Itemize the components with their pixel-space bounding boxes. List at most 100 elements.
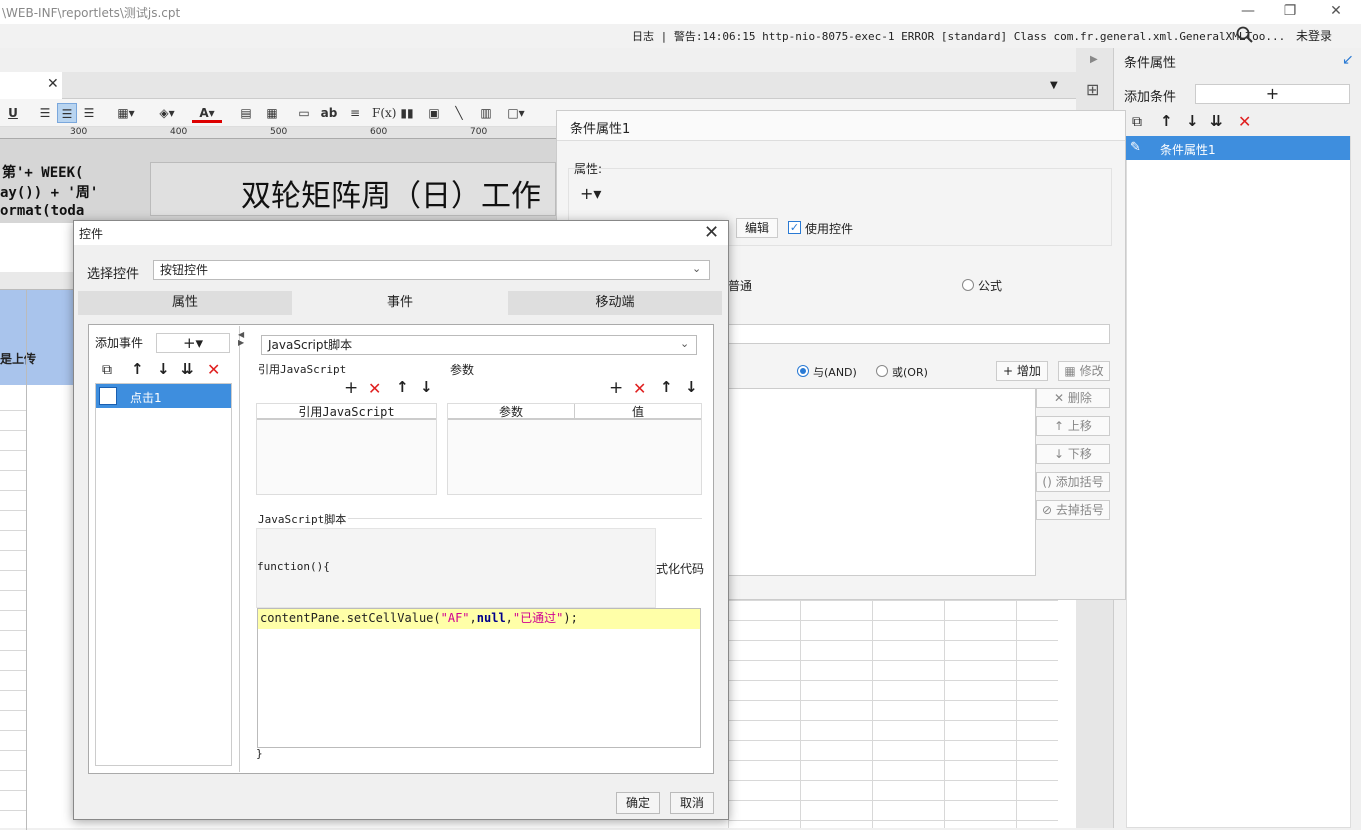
underline-button[interactable]: U (6, 103, 20, 123)
ref-down-icon[interactable]: ↓ (420, 378, 433, 396)
close-window-icon[interactable]: ✕ (1314, 0, 1358, 24)
image-icon[interactable]: ▣ (425, 103, 443, 123)
remove-paren-button[interactable]: ⊘ 去掉括号 (1036, 500, 1110, 520)
add-ref-icon[interactable]: + (344, 378, 358, 398)
move-bottom-icon[interactable]: ⇊ (1210, 112, 1223, 130)
radio-formula-label[interactable]: 公式 (978, 277, 1002, 294)
login-status[interactable]: 未登录 (1296, 27, 1332, 44)
formula-icon[interactable]: F(x) (372, 103, 396, 123)
cell-upload[interactable]: 是上传 (0, 350, 36, 367)
cancel-button[interactable]: 取消 (670, 792, 714, 814)
format-code-button[interactable]: 式化代码 (656, 560, 704, 577)
radio-or-label[interactable]: 或(OR) (892, 364, 928, 380)
paren-icon: () (1042, 475, 1056, 489)
tab-close-icon[interactable]: ✕ (47, 76, 59, 92)
radio-or[interactable] (876, 365, 888, 377)
delete-event-icon[interactable]: ✕ (207, 360, 220, 379)
add-paren-button[interactable]: () 添加括号 (1036, 472, 1110, 492)
delete-icon[interactable]: ✕ (1238, 112, 1251, 131)
delete-ref-icon[interactable]: ✕ (368, 379, 381, 398)
move-up-button[interactable]: ↑ 上移 (1036, 416, 1110, 436)
value-column-header: 值 (574, 404, 701, 420)
tab-attributes[interactable]: 属性 (78, 291, 292, 315)
code-line[interactable]: contentPane.setCellValue("AF",null,"已通过"… (258, 609, 700, 629)
up-arrow-icon: ↑ (1054, 419, 1068, 433)
chevron-down-icon[interactable]: ⌄ (692, 262, 701, 275)
divider (348, 518, 702, 519)
unmerge-icon[interactable]: ▦ (264, 103, 280, 123)
sheet-grid (728, 600, 1058, 828)
align-left-icon[interactable]: ☰ (36, 103, 54, 123)
more-icon[interactable]: □▾ (504, 103, 528, 123)
add-button[interactable]: + 增加 (996, 361, 1048, 381)
down-arrow-icon: ↓ (1054, 447, 1068, 461)
code-text: , (505, 611, 513, 625)
use-control-checkbox[interactable]: ✓ (788, 221, 801, 234)
radio-and-label[interactable]: 与(AND) (813, 364, 857, 380)
align-center-icon[interactable]: ☰ (57, 103, 77, 123)
tab-menu-icon[interactable]: ▼ (1050, 80, 1058, 91)
tab-events[interactable]: 事件 (293, 291, 507, 315)
delete-button-label: 删除 (1067, 391, 1092, 405)
radio-formula[interactable] (962, 279, 974, 291)
add-attr-button[interactable]: +▾ (580, 184, 610, 204)
param-down-icon[interactable]: ↓ (685, 378, 698, 396)
code-editor[interactable] (257, 608, 701, 748)
event-bottom-icon[interactable]: ⇊ (181, 360, 194, 378)
ref-up-icon[interactable]: ↑ (396, 378, 409, 396)
condition-editor[interactable] (728, 388, 1036, 576)
subreport-icon[interactable]: ▥ (478, 103, 494, 123)
move-down-icon[interactable]: ↓ (1186, 112, 1199, 130)
align-right-icon[interactable]: ☰ (80, 103, 98, 123)
delete-param-icon[interactable]: ✕ (633, 379, 646, 398)
slash-icon[interactable]: ╲ (450, 103, 468, 123)
add-event-button[interactable]: +▾ (156, 333, 230, 353)
delete-button[interactable]: ✕ 删除 (1036, 388, 1110, 408)
remove-paren-label: 去掉括号 (1055, 503, 1104, 517)
event-item-label: 点击1 (130, 391, 162, 405)
script-chevron-icon[interactable]: ⌄ (680, 337, 689, 350)
paragraph-icon[interactable]: ≡ (346, 103, 364, 123)
copy-event-icon[interactable]: ⧉ (102, 362, 112, 378)
minimize-icon[interactable]: — (1226, 0, 1270, 24)
radio-normal-label[interactable]: 普通 (728, 277, 752, 294)
border-icon[interactable]: ▦▾ (112, 103, 140, 123)
chart-icon[interactable]: ▮▮ (398, 103, 416, 123)
param-up-icon[interactable]: ↑ (660, 378, 673, 396)
control-type-select[interactable]: 按钮控件 (153, 260, 710, 280)
fill-color-icon[interactable]: ◈▾ (153, 103, 181, 123)
ref-js-column-header: 引用JavaScript (257, 404, 436, 420)
log-message[interactable]: 日志 | 警告:14:06:15 http-nio-8075-exec-1 ER… (632, 28, 1285, 44)
formula-input[interactable] (728, 324, 1110, 344)
move-up-icon[interactable]: ↑ (1160, 112, 1173, 130)
close-icon[interactable]: ✕ (704, 222, 719, 243)
radio-and[interactable] (797, 365, 809, 377)
move-down-button[interactable]: ↓ 下移 (1036, 444, 1110, 464)
add-condition-button[interactable]: + (1195, 84, 1350, 104)
event-down-icon[interactable]: ↓ (157, 360, 170, 378)
pin-icon[interactable]: ↙ (1342, 52, 1354, 68)
add-param-icon[interactable]: + (609, 378, 623, 398)
merge-icon[interactable]: ▤ (238, 103, 254, 123)
code-keyword: null (476, 611, 506, 625)
layout-icon[interactable]: ⊞ (1086, 80, 1099, 99)
modify-button[interactable]: ▦ 修改 (1058, 361, 1110, 381)
search-icon[interactable] (1236, 26, 1254, 47)
script-type-select[interactable]: JavaScript脚本 (261, 335, 697, 355)
ok-button[interactable]: 确定 (616, 792, 660, 814)
copy-icon[interactable]: ⧉ (1132, 114, 1142, 130)
font-color-icon[interactable]: A▾ (192, 103, 222, 123)
text-icon[interactable]: ab (320, 103, 338, 123)
tab-mobile[interactable]: 移动端 (508, 291, 722, 315)
grid-line (26, 290, 27, 830)
event-up-icon[interactable]: ↑ (131, 360, 144, 378)
restore-icon[interactable]: ❐ (1268, 0, 1312, 24)
expand-icon[interactable]: ▶ (1090, 54, 1098, 65)
header-band (0, 290, 76, 385)
param-column-header: 参数 (448, 404, 574, 420)
add-condition-label: 添加条件 (1124, 90, 1177, 105)
edit-button[interactable]: 编辑 (736, 218, 778, 238)
insert-cell-icon[interactable]: ▭ (296, 103, 312, 123)
expand-arrow-icon[interactable]: ▶ (238, 338, 244, 347)
report-title-cell[interactable]: 双轮矩阵周（日）工作 (150, 162, 556, 216)
